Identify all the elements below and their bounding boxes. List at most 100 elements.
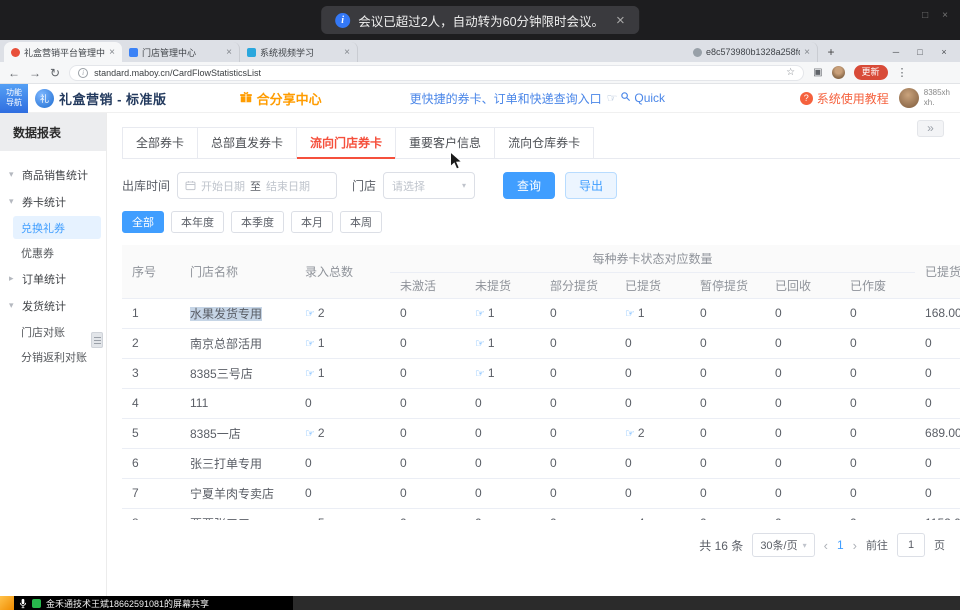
browser-menu-icon[interactable]: ⋮	[897, 66, 908, 79]
store-name-text: 粟粟张三三	[190, 517, 250, 521]
quick-filter-button[interactable]: 本年度	[171, 211, 224, 233]
goto-page-input[interactable]: 1	[897, 533, 925, 557]
maximize-icon[interactable]: □	[922, 10, 928, 21]
address-bar[interactable]: i standard.maboy.cn/CardFlowStatisticsLi…	[69, 65, 804, 81]
row-count-cell[interactable]: ☞4	[615, 508, 690, 520]
count-value: 0	[625, 366, 632, 380]
content-tab[interactable]: 全部券卡	[122, 127, 197, 158]
quick-filter-button[interactable]: 本月	[291, 211, 333, 233]
close-icon[interactable]: ×	[942, 10, 948, 21]
sidebar-group[interactable]: ▾商品销售统计	[0, 161, 106, 188]
current-page[interactable]: 1	[837, 538, 844, 552]
content-tab[interactable]: 流向仓库券卡	[494, 127, 594, 158]
tab-title: 系统视频学习	[260, 46, 340, 59]
caret-right-icon: ▸	[9, 273, 17, 284]
minimize-icon[interactable]: ─	[884, 42, 908, 62]
row-count-cell: 0	[840, 298, 915, 328]
row-store-name: 张三打单专用	[180, 448, 295, 478]
bookmark-star-icon[interactable]: ☆	[786, 67, 795, 78]
close-icon[interactable]: ×	[932, 42, 956, 62]
sidebar-group[interactable]: ▾券卡统计	[0, 188, 106, 215]
browser-tab[interactable]: 门店管理中心×	[122, 42, 240, 62]
tutorial-label: 系统使用教程	[817, 90, 889, 107]
pointer-icon: ☞	[305, 368, 315, 380]
count-value: 0	[305, 456, 312, 470]
column-header-status: 未激活	[390, 272, 465, 298]
row-count-cell[interactable]: ☞1	[465, 298, 540, 328]
tab-close-icon[interactable]: ×	[226, 47, 232, 58]
row-count-cell: 0	[615, 328, 690, 358]
row-count-cell: 0	[765, 298, 840, 328]
reload-icon[interactable]: ↻	[50, 67, 60, 79]
browser-tab[interactable]: e8c573980b1328a258fd2e6ll×	[686, 42, 818, 62]
row-count-cell: 0	[540, 328, 615, 358]
row-count-cell[interactable]: ☞1	[615, 298, 690, 328]
column-header-status: 部分提货	[540, 272, 615, 298]
share-center-link[interactable]: 合分享中心	[239, 89, 322, 108]
row-count-cell[interactable]: ☞2	[295, 298, 390, 328]
search-button[interactable]: 查询	[503, 172, 555, 199]
row-count-cell: 0	[840, 478, 915, 508]
panel-expand-button[interactable]: »	[917, 120, 944, 137]
row-count-cell[interactable]: ☞1	[295, 328, 390, 358]
forward-icon[interactable]: →	[29, 67, 41, 79]
page-size-select[interactable]: 30条/页 ▾	[752, 533, 814, 557]
sidebar-group[interactable]: ▸订单统计	[0, 265, 106, 292]
app-taskbar-icon[interactable]	[0, 596, 14, 610]
prev-page-button[interactable]: ‹	[824, 538, 828, 553]
row-count-cell[interactable]: ☞1	[465, 358, 540, 388]
store-select[interactable]: 请选择 ▾	[383, 172, 475, 199]
count-value: 0	[475, 396, 482, 410]
row-count-cell: 0	[765, 478, 840, 508]
browser-tab[interactable]: 礼盒营销平台管理中心×	[4, 42, 122, 62]
tab-close-icon[interactable]: ×	[344, 47, 350, 58]
count-value: 0	[400, 486, 407, 500]
count-value: 0	[475, 426, 482, 440]
quick-filter-button[interactable]: 本周	[340, 211, 382, 233]
count-value: 0	[625, 456, 632, 470]
browser-tab[interactable]: 系统视频学习 ×	[240, 42, 358, 62]
tab-close-icon[interactable]: ×	[804, 47, 810, 58]
row-count-cell[interactable]: ☞1	[295, 358, 390, 388]
next-page-button[interactable]: ›	[853, 538, 857, 553]
content-tab[interactable]: 流向门店券卡	[296, 127, 395, 158]
count-value: 0	[850, 426, 857, 440]
sidebar-item[interactable]: 兑换礼券	[13, 216, 101, 239]
quick-filter-button[interactable]: 全部	[122, 211, 164, 233]
site-info-icon[interactable]: i	[78, 68, 88, 78]
back-icon[interactable]: ←	[8, 67, 20, 79]
sidebar-group[interactable]: ▾发货统计	[0, 292, 106, 319]
row-store-name: 8385三号店	[180, 358, 295, 388]
user-avatar[interactable]	[899, 88, 919, 108]
nav-toggle-button[interactable]: 功能 导航	[0, 84, 28, 113]
quick-search-link[interactable]: ☞ Quick	[607, 91, 665, 105]
row-count-cell[interactable]: ☞5	[295, 508, 390, 520]
sidebar-collapse-handle[interactable]	[91, 332, 103, 348]
row-count-cell[interactable]: ☞2	[615, 418, 690, 448]
row-count-cell: 0	[540, 478, 615, 508]
pointer-icon: ☞	[475, 338, 485, 350]
export-button[interactable]: 导出	[565, 172, 617, 199]
new-tab-button[interactable]: +	[822, 45, 840, 59]
toast-close-icon[interactable]: ×	[616, 12, 625, 29]
tutorial-link[interactable]: ? 系统使用教程	[800, 90, 889, 107]
update-button[interactable]: 更新	[854, 65, 888, 80]
toast-message: 会议已超过2人，自动转为60分钟限时会议。	[358, 11, 604, 30]
browser-profile-avatar[interactable]	[832, 66, 845, 79]
extensions-icon[interactable]: ▣	[813, 67, 822, 78]
row-seq: 8	[122, 508, 180, 520]
tab-close-icon[interactable]: ×	[109, 47, 115, 58]
quick-filter-button[interactable]: 本季度	[231, 211, 284, 233]
count-value: 0	[775, 366, 782, 380]
row-count-cell: 0	[690, 388, 765, 418]
content-tab[interactable]: 总部直发券卡	[197, 127, 296, 158]
date-range-input[interactable]: 开始日期 至 结束日期	[177, 172, 337, 199]
row-count-cell: 0	[465, 418, 540, 448]
sidebar-item[interactable]: 优惠券	[21, 240, 106, 265]
content-tab[interactable]: 重要客户信息	[395, 127, 494, 158]
row-count-cell[interactable]: ☞1	[465, 328, 540, 358]
tab-favicon	[11, 48, 20, 57]
maximize-icon[interactable]: □	[908, 42, 932, 62]
row-count-cell: 0	[465, 388, 540, 418]
row-count-cell[interactable]: ☞2	[295, 418, 390, 448]
